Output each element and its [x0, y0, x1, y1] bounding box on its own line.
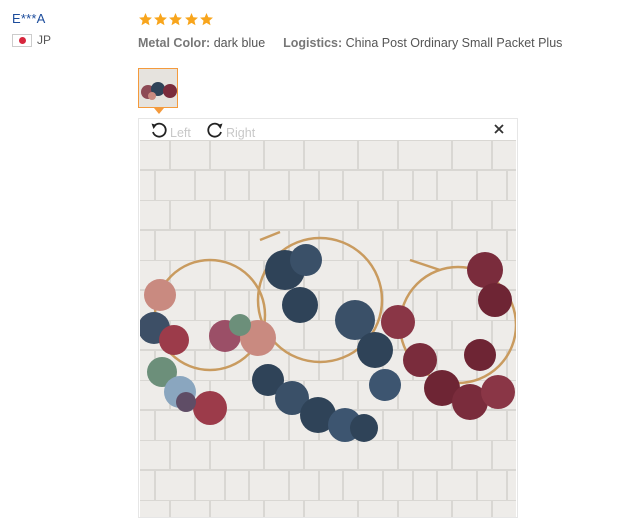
review-content: Metal Color: dark blue Logistics: China … [138, 10, 618, 50]
rotate-right-label: Right [226, 125, 256, 140]
reviewer-country: JP [12, 33, 122, 47]
photo-viewer-toolbar: Left Right [139, 119, 517, 140]
review-attributes: Metal Color: dark blue Logistics: China … [138, 36, 618, 50]
star-rating [138, 10, 618, 28]
photo-viewer: Left Right [138, 118, 518, 518]
metal-color-value: dark blue [213, 36, 266, 50]
star-icon [199, 12, 214, 27]
logistics-label: Logistics: [283, 36, 343, 50]
country-code: JP [37, 33, 52, 47]
review-photo [140, 140, 516, 517]
star-icon [138, 12, 153, 27]
rotate-left-label: Left [170, 125, 191, 140]
star-icon [168, 12, 183, 27]
star-icon [153, 12, 168, 27]
metal-color-label: Metal Color: [138, 36, 211, 50]
thumbnail-selected-indicator [154, 108, 164, 114]
japan-flag-icon [12, 33, 32, 47]
star-icon [184, 12, 199, 27]
close-icon [493, 123, 505, 135]
review-photo-thumbnail[interactable] [138, 68, 178, 108]
logistics-value: China Post Ordinary Small Packet Plus [345, 36, 563, 50]
reviewer-name: E***A [12, 11, 46, 26]
reviewer-info: E***A JP [12, 11, 122, 47]
close-viewer-button[interactable] [493, 123, 505, 135]
